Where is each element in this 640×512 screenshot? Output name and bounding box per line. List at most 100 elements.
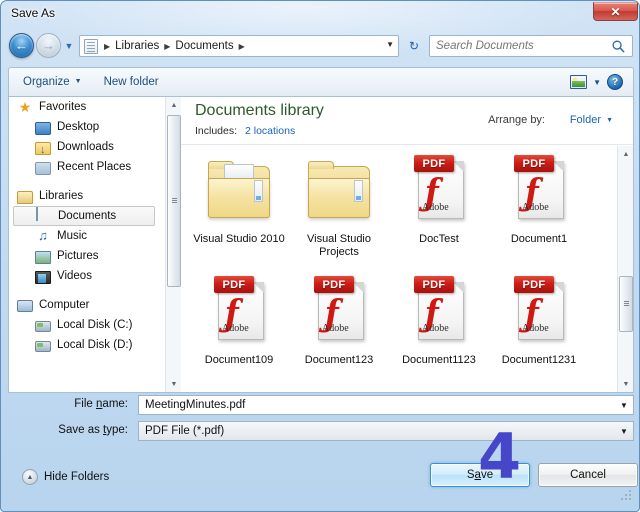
forward-button[interactable]: → (36, 33, 61, 58)
file-item-label: DocTest (419, 233, 459, 245)
adobe-brand-text: Adobe (522, 202, 549, 213)
refresh-icon[interactable]: ↻ (403, 35, 425, 57)
file-item-pdf[interactable]: ƒ Adobe PDF Document123 (289, 273, 389, 392)
sidebar-item-downloads[interactable]: ↓ Downloads (9, 137, 165, 157)
breadcrumb-separator[interactable]: ▶ (236, 42, 248, 51)
save-button[interactable]: Sa ve (430, 463, 530, 487)
breadcrumb-item-documents[interactable]: Documents (173, 40, 235, 52)
command-toolbar: Organize ▼ New folder ▼ ? (8, 67, 634, 96)
address-bar-row: ← → ▼ ▶ Libraries ▶ Documents ▶ ▼ ↻ (1, 31, 639, 63)
file-name-value[interactable]: MeetingMinutes.pdf (145, 399, 615, 411)
sidebar-item-pictures[interactable]: Pictures (9, 246, 165, 266)
sidebar-item-label: Music (57, 230, 88, 242)
file-item-label: Document1123 (402, 354, 476, 366)
sidebar-item-label: Videos (57, 270, 92, 282)
sidebar-group-computer[interactable]: Computer (9, 295, 165, 315)
sidebar-item-music[interactable]: ♫ Music (9, 226, 165, 246)
scrollbar-thumb[interactable] (167, 115, 181, 287)
pdf-badge: PDF (514, 276, 554, 293)
search-input[interactable] (436, 40, 604, 52)
save-as-type-value[interactable]: PDF File (*.pdf) (145, 425, 615, 437)
folder-icon (201, 152, 277, 232)
sidebar-group-favorites[interactable]: ★ Favorites (9, 97, 165, 117)
sidebar-group-libraries[interactable]: Libraries (9, 186, 165, 206)
back-button[interactable]: ← (9, 33, 34, 58)
hide-folders-button[interactable]: ▲ Hide Folders (22, 469, 109, 485)
organize-button[interactable]: Organize ▼ (15, 71, 90, 93)
file-item-pdf[interactable]: ƒ Adobe PDF Document1 (489, 152, 589, 273)
arrange-by-value[interactable]: Folder (570, 114, 601, 126)
video-icon (35, 270, 51, 284)
search-box[interactable] (429, 35, 633, 57)
file-item-folder[interactable]: Visual Studio 2010 (189, 152, 289, 273)
resize-grip[interactable] (619, 488, 631, 500)
recent-locations-dropdown-icon[interactable]: ▼ (63, 41, 75, 53)
scroll-up-icon[interactable]: ▲ (166, 97, 182, 113)
cancel-button[interactable]: Cancel (538, 463, 638, 487)
arrange-by-label: Arrange by: (488, 114, 545, 126)
disk-icon (35, 321, 51, 332)
help-icon[interactable]: ? (607, 74, 623, 90)
file-item-folder[interactable]: Visual Studio Projects (289, 152, 389, 273)
sidebar-item-videos[interactable]: Videos (9, 266, 165, 286)
file-list-scrollbar[interactable]: ▲ ▼ (617, 146, 633, 392)
scroll-up-icon[interactable]: ▲ (618, 146, 633, 162)
sidebar-item-label: Recent Places (57, 161, 132, 173)
breadcrumb-library-icon (84, 38, 98, 54)
pictures-icon (35, 250, 51, 264)
sidebar-item-documents[interactable]: Documents (13, 206, 155, 226)
sidebar-item-desktop[interactable]: Desktop (9, 117, 165, 137)
file-item-pdf[interactable]: ƒ Adobe PDF Document1123 (389, 273, 489, 392)
toolbar-right-group: ▼ ? (570, 74, 633, 90)
breadcrumb-separator[interactable]: ▶ (161, 42, 173, 51)
breadcrumb[interactable]: ▶ Libraries ▶ Documents ▶ ▼ (79, 35, 399, 57)
sidebar-item-local-disk-c[interactable]: Local Disk (C:) (9, 315, 165, 335)
new-folder-button[interactable]: New folder (96, 71, 167, 93)
pdf-file-icon: ƒ Adobe PDF (401, 273, 477, 353)
chevron-down-icon[interactable]: ▼ (386, 40, 394, 49)
chevron-down-icon[interactable]: ▼ (615, 427, 633, 436)
chevron-down-icon[interactable]: ▼ (593, 78, 601, 87)
downloads-icon: ↓ (35, 141, 51, 155)
scroll-down-icon[interactable]: ▼ (618, 376, 633, 392)
pdf-file-icon: ƒ Adobe PDF (501, 273, 577, 353)
scrollbar-thumb[interactable] (619, 276, 633, 332)
chevron-down-icon[interactable]: ▼ (606, 117, 613, 124)
music-note-icon: ♫ (38, 228, 48, 243)
pdf-badge: PDF (314, 276, 354, 293)
sidebar-item-local-disk-d[interactable]: Local Disk (D:) (9, 335, 165, 355)
breadcrumb-item-libraries[interactable]: Libraries (113, 40, 161, 52)
file-item-pdf[interactable]: ƒ Adobe PDF DocTest (389, 152, 489, 273)
library-folder-icon (17, 190, 33, 204)
save-as-type-label: Save as type: (58, 424, 128, 436)
file-item-pdf[interactable]: ƒ Adobe PDF Document109 (189, 273, 289, 392)
navigation-pane: ★ Favorites Desktop ↓ Downloads Recent P… (9, 97, 165, 392)
file-item-label: Visual Studio 2010 (193, 233, 285, 245)
file-name-field[interactable]: MeetingMinutes.pdf ▼ (138, 395, 634, 415)
pdf-badge: PDF (514, 155, 554, 172)
sidebar-item-recent-places[interactable]: Recent Places (9, 157, 165, 177)
sidebar-group-label: Libraries (39, 190, 84, 202)
search-icon (612, 40, 625, 53)
navigation-pane-scrollbar[interactable]: ▲ ▼ (165, 97, 181, 392)
save-as-type-select[interactable]: PDF File (*.pdf) ▼ (138, 421, 634, 441)
file-item-label: Document1231 (501, 354, 577, 366)
adobe-brand-text: Adobe (422, 202, 449, 213)
includes-locations-link[interactable]: 2 locations (245, 125, 295, 137)
sidebar-item-label: Local Disk (C:) (57, 319, 133, 331)
change-view-icon[interactable] (570, 75, 588, 89)
recent-places-icon (35, 161, 51, 175)
adobe-brand-text: Adobe (322, 323, 349, 334)
file-item-label: Document123 (304, 354, 374, 366)
pdf-file-icon: ƒ Adobe PDF (201, 273, 277, 353)
page-title: Documents library (195, 102, 324, 119)
breadcrumb-separator[interactable]: ▶ (101, 42, 113, 51)
chevron-down-icon[interactable]: ▼ (615, 401, 633, 410)
scroll-down-icon[interactable]: ▼ (166, 376, 182, 392)
adobe-brand-text: Adobe (422, 323, 449, 334)
save-form: File name: MeetingMinutes.pdf ▼ Save as … (8, 393, 634, 449)
file-item-pdf[interactable]: ƒ Adobe PDF Document1231 (489, 273, 589, 392)
close-button[interactable]: ✕ (593, 2, 638, 21)
adobe-brand-text: Adobe (222, 323, 249, 334)
